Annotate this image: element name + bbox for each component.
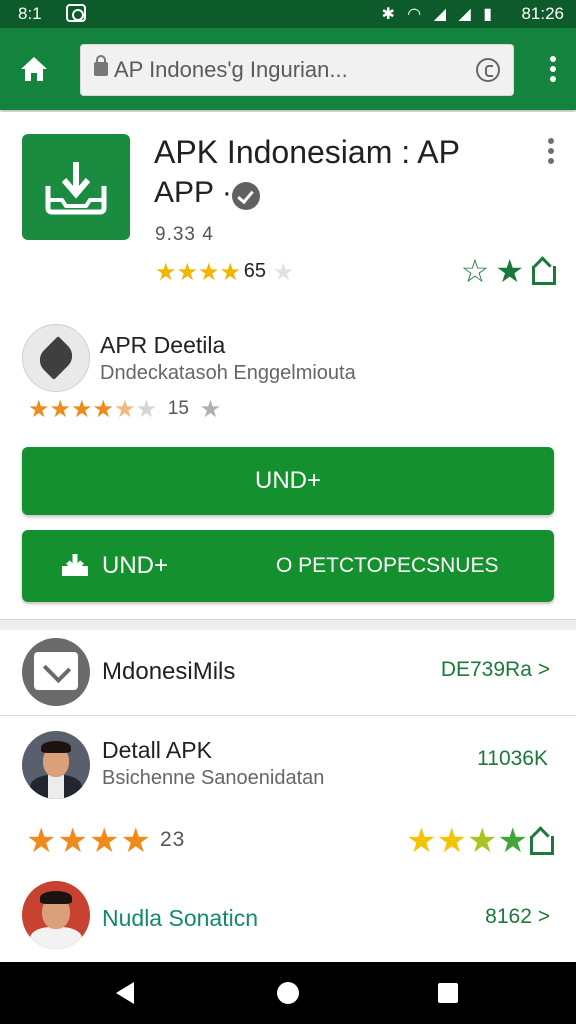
list-item-size: 11036K: [477, 747, 548, 770]
app-rating: ★★★★ 65 ★: [155, 258, 294, 287]
chevron-right-icon: >: [537, 905, 550, 928]
share-icon[interactable]: [528, 828, 554, 855]
system-nav-bar: [0, 962, 576, 1024]
developer-description: Dndeckatasoh Enggelmiouta: [100, 362, 356, 384]
card-more-icon[interactable]: [548, 138, 556, 168]
star-icon: ★: [155, 259, 177, 286]
install-button[interactable]: UND+: [22, 447, 554, 515]
star-icon: ★: [497, 822, 528, 860]
download-split-button[interactable]: UND+ O PETCTOPECSNUES: [22, 530, 554, 602]
rating-value: 23: [159, 828, 186, 851]
back-icon[interactable]: [116, 982, 134, 1004]
star-half-icon: ★: [114, 396, 136, 423]
user-avatar: [22, 731, 90, 799]
status-time-left: 8:1: [18, 4, 42, 23]
star-filled-icon[interactable]: ★: [495, 253, 530, 289]
list-item-title: Nudla Sonaticn: [102, 905, 258, 931]
download-right-label[interactable]: O PETCTOPECSNUES: [276, 554, 499, 578]
star-icon: ★: [120, 822, 152, 860]
list-item-meta: DE739Ra >: [440, 658, 550, 681]
download-tray-icon: [45, 162, 107, 215]
more-vert-icon[interactable]: [548, 56, 558, 86]
recents-icon[interactable]: [438, 983, 458, 1003]
star-icon: ★: [406, 822, 437, 860]
app-icon: [22, 134, 130, 240]
star-icon: ★: [135, 396, 158, 423]
home-icon[interactable]: [18, 54, 50, 84]
address-bar[interactable]: AP Indones'g Ingurian...: [80, 44, 514, 96]
star-icon: ★: [88, 822, 121, 860]
star-icon: ★: [49, 396, 72, 423]
app-version: 9.33 4: [155, 224, 214, 245]
app-subtitle: APP ·: [154, 176, 232, 209]
developer-name[interactable]: APR Deetila: [100, 332, 225, 359]
star-icon: ★: [272, 259, 295, 286]
download-icon: [62, 554, 88, 576]
rating-stars-right: ★★★★: [406, 821, 554, 861]
star-icon: ★: [57, 822, 89, 860]
list-item[interactable]: Detall APK Bsichenne Sanoenidatan 11036K…: [0, 717, 576, 889]
action-icons: ☆★: [461, 252, 556, 290]
star-outline-icon[interactable]: ☆: [461, 253, 496, 289]
star-icon: ★: [199, 396, 222, 423]
app-header-card: APK Indonesiam : AP APP · 9.33 4 ★★★★ 65…: [0, 112, 576, 620]
star-icon: ★: [26, 822, 58, 860]
share-icon[interactable]: [530, 258, 556, 285]
home-circle-icon[interactable]: [277, 982, 299, 1004]
star-icon: ★: [436, 822, 468, 860]
app-rating-value: 65: [243, 260, 266, 282]
star-icon: ★: [71, 396, 93, 423]
status-time-right: 81:26: [521, 4, 564, 23]
download-left-label: UND+: [102, 552, 169, 579]
list-item[interactable]: MdonesiMils DE739Ra >: [0, 630, 576, 716]
browser-toolbar: AP Indones'g Ingurian...: [0, 28, 576, 110]
status-indicators-icon: ✱ ◠ ◢ ◢ ▮: [381, 6, 496, 23]
status-bar: 8:1 ✱ ◠ ◢ ◢ ▮ 81:26: [0, 0, 576, 28]
download-left-button[interactable]: UND+: [22, 530, 232, 602]
download-avatar-icon: [22, 638, 90, 706]
star-icon: ★: [219, 259, 242, 286]
developer-rating-value: 15: [167, 398, 189, 419]
developer-avatar: [22, 324, 90, 392]
url-text: AP Indones'g Ingurian...: [114, 57, 348, 82]
user-avatar: [22, 881, 90, 949]
lock-icon: [94, 55, 108, 76]
app-title: APK Indonesiam : AP: [154, 134, 460, 170]
star-icon: ★: [92, 396, 115, 423]
star-icon: ★: [467, 822, 498, 860]
reload-icon[interactable]: [476, 58, 500, 82]
list-item[interactable]: Nudla Sonaticn 8162 >: [0, 881, 576, 963]
star-icon: ★: [198, 259, 220, 286]
verified-icon: [232, 182, 260, 210]
developer-rating: ★★★★★★ 15 ★: [28, 395, 221, 424]
section-divider: [0, 620, 576, 630]
list-item-title: MdonesiMils: [102, 658, 236, 685]
list-item-meta: 8162 >: [485, 905, 550, 928]
rating-stars-left: ★★★★ 23: [26, 821, 185, 861]
list-item-title: Detall APK: [102, 737, 212, 763]
star-icon: ★: [28, 396, 50, 423]
list-item-subtitle: Bsichenne Sanoenidatan: [102, 767, 325, 789]
notification-icon: [66, 4, 86, 22]
chevron-right-icon: >: [537, 658, 550, 681]
star-icon: ★: [176, 259, 199, 286]
